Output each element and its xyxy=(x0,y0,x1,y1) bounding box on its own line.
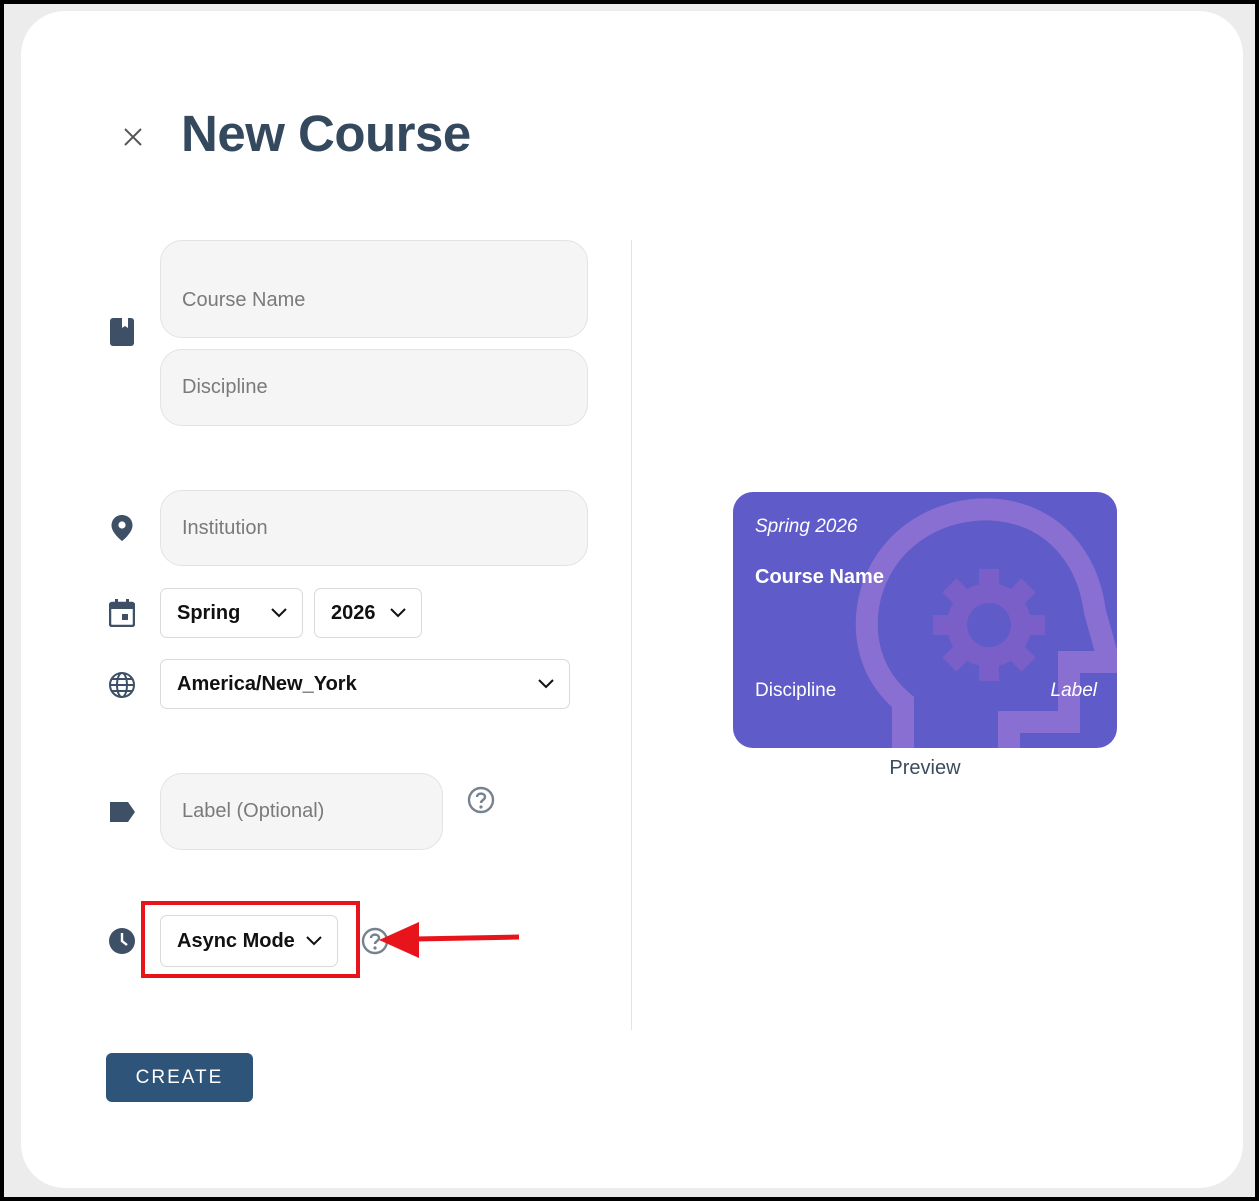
year-select[interactable]: 2026 xyxy=(314,588,422,638)
discipline-placeholder: Discipline xyxy=(182,376,268,398)
label-field[interactable]: Label (Optional) xyxy=(160,773,443,850)
course-name-placeholder: Course Name xyxy=(182,288,306,311)
year-select-value: 2026 xyxy=(331,601,376,624)
clock-icon xyxy=(109,928,135,954)
annotation-arrow-icon xyxy=(379,922,520,958)
preview-course-name: Course Name xyxy=(755,566,884,588)
page-title: New Course xyxy=(181,105,471,162)
preview-caption: Preview xyxy=(889,757,961,779)
preview-label: Label xyxy=(1050,680,1098,701)
label-tag-icon xyxy=(110,802,135,822)
vertical-divider xyxy=(631,240,632,1030)
term-select[interactable]: Spring xyxy=(160,588,303,638)
close-icon[interactable] xyxy=(121,125,145,149)
timezone-select-value: America/New_York xyxy=(177,672,357,695)
globe-icon xyxy=(109,672,135,698)
annotation-highlight-box xyxy=(141,901,360,978)
course-name-field[interactable]: Course Name xyxy=(160,240,588,338)
preview-term: Spring 2026 xyxy=(755,516,858,537)
chevron-down-icon xyxy=(538,679,554,689)
location-pin-icon xyxy=(111,515,133,541)
institution-placeholder: Institution xyxy=(182,516,268,539)
course-preview-card: Spring 2026 Course Name Discipline Label xyxy=(733,492,1117,748)
institution-field[interactable]: Institution xyxy=(160,490,588,566)
label-placeholder: Label (Optional) xyxy=(182,800,325,822)
discipline-field[interactable]: Discipline xyxy=(160,349,588,426)
chevron-down-icon xyxy=(271,608,287,618)
timezone-select[interactable]: America/New_York xyxy=(160,659,570,709)
create-button[interactable]: CREATE xyxy=(106,1053,253,1102)
chevron-down-icon xyxy=(390,608,406,618)
preview-discipline: Discipline xyxy=(755,680,837,701)
calendar-icon xyxy=(109,599,135,627)
help-icon[interactable] xyxy=(467,786,495,814)
term-select-value: Spring xyxy=(177,601,241,624)
book-icon xyxy=(110,318,134,346)
